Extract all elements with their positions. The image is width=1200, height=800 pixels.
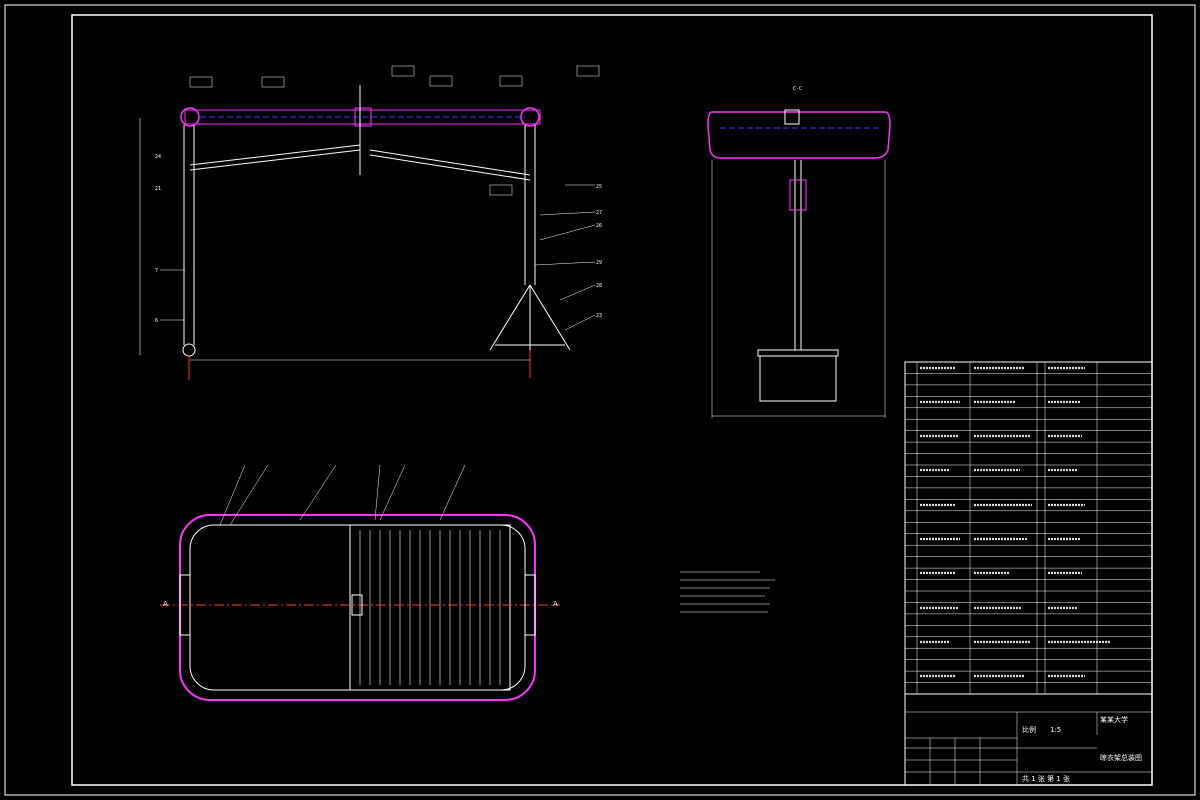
svg-text:28: 28	[596, 283, 602, 289]
svg-text:25: 25	[596, 184, 602, 190]
svg-text:29: 29	[596, 260, 602, 266]
section-label-left: A	[163, 600, 168, 608]
scale-label: 比例	[1022, 725, 1036, 734]
front-view: 25 27 26 29 28 23 7 6 24 21	[139, 65, 602, 380]
title-block: 比例 1:5 某某大学 晾衣架总装图 共 1 张 第 1 张	[904, 693, 1153, 786]
bom-table	[904, 361, 1153, 695]
drawing-sheet: 25 27 26 29 28 23 7 6 24 21 C-C A A 比例 1:5 某某…	[4, 4, 1196, 796]
school-name: 某某大学	[1100, 715, 1128, 724]
scale-value: 1:5	[1050, 726, 1061, 734]
svg-text:21: 21	[155, 186, 161, 192]
svg-text:26: 26	[596, 223, 602, 229]
svg-text:23: 23	[596, 313, 602, 319]
section-label-right: A	[553, 600, 558, 608]
technical-notes	[680, 571, 775, 613]
top-view: A A	[160, 464, 560, 701]
sheet-count: 共 1 张 第 1 张	[1022, 774, 1070, 783]
side-view: C-C	[707, 86, 891, 418]
inner-border	[71, 14, 1153, 786]
drawing-title: 晾衣架总装图	[1100, 753, 1142, 762]
svg-text:24: 24	[155, 154, 161, 160]
side-view-label: C-C	[793, 86, 802, 92]
svg-text:6: 6	[155, 318, 158, 324]
svg-text:7: 7	[155, 268, 158, 274]
svg-text:27: 27	[596, 210, 602, 216]
